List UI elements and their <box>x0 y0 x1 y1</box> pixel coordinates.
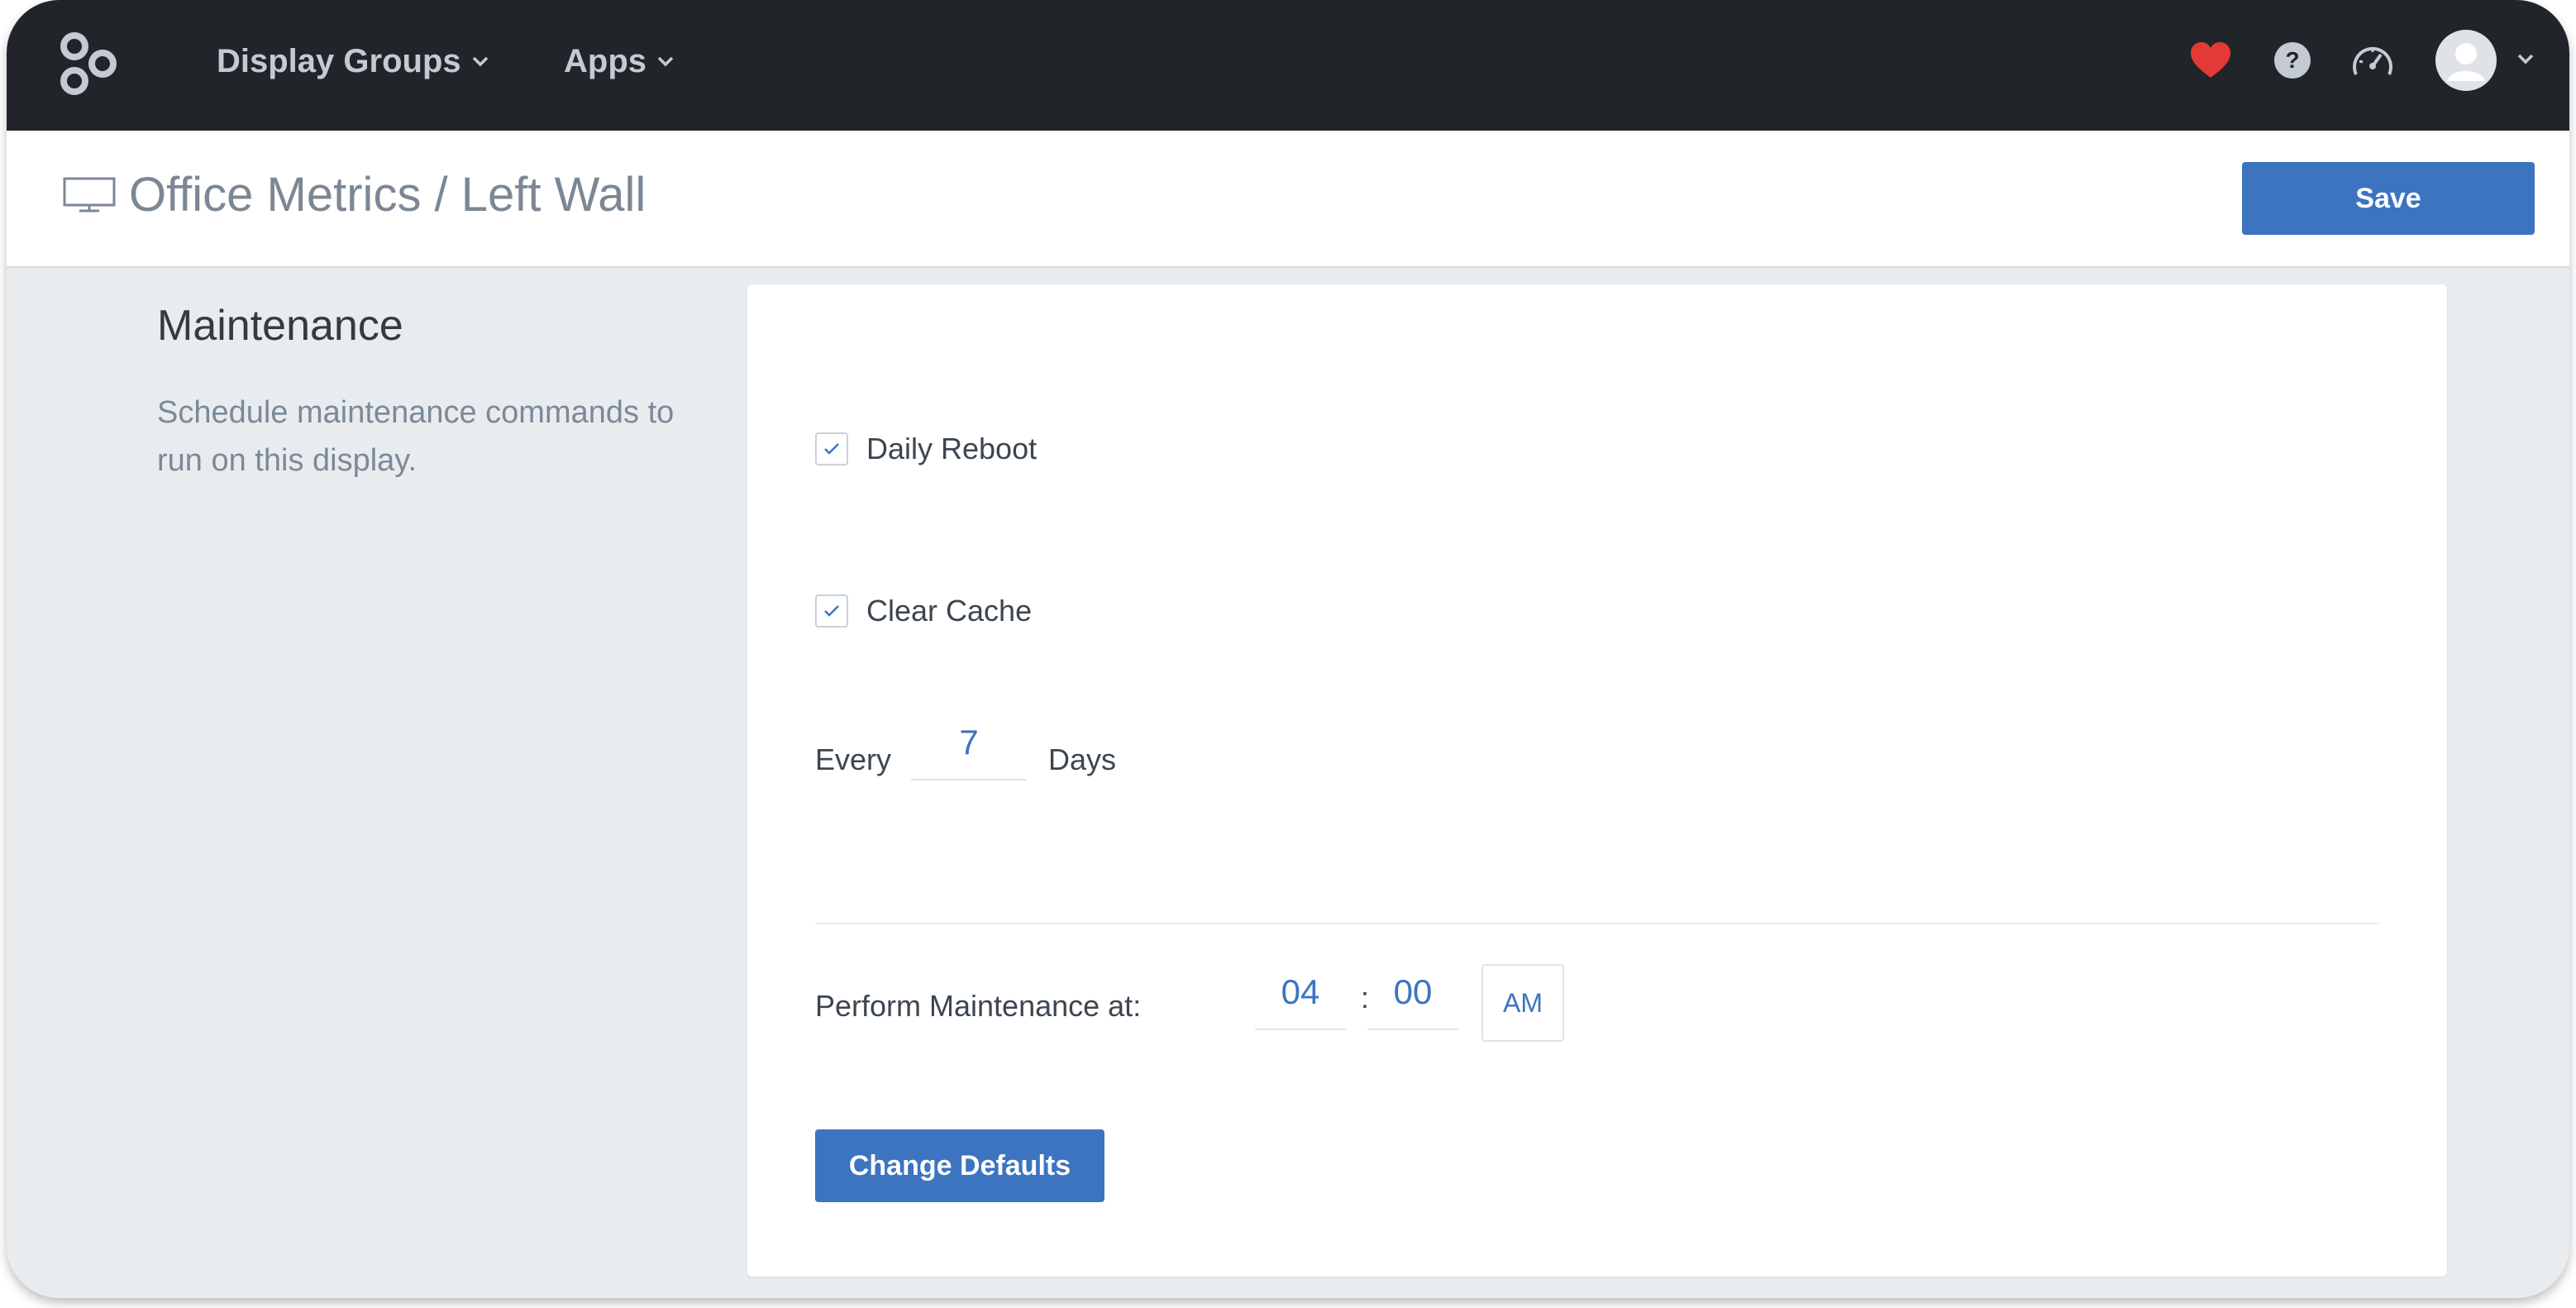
gauge-icon[interactable] <box>2349 41 2396 81</box>
daily-reboot-checkbox[interactable] <box>815 432 848 465</box>
section-title: Maintenance <box>157 302 403 350</box>
checkmark-icon <box>824 443 839 455</box>
daily-reboot-option[interactable]: Daily Reboot <box>815 432 1037 466</box>
clear-cache-label: Clear Cache <box>866 594 1033 628</box>
save-button[interactable]: Save <box>2242 162 2535 235</box>
daily-reboot-label: Daily Reboot <box>866 432 1038 465</box>
help-icon[interactable]: ? <box>2273 41 2311 79</box>
days-label: Days <box>1048 742 1117 776</box>
section-description: Schedule maintenance commands to run on … <box>157 395 675 478</box>
every-label: Every <box>815 742 892 776</box>
maintenance-card: Daily Reboot Clear Cache Every Days Perf… <box>747 284 2447 1277</box>
nav-apps-label: Apps <box>564 42 646 79</box>
checkmark-icon <box>824 605 839 617</box>
nav-apps[interactable]: Apps <box>564 36 675 86</box>
logo-icon[interactable] <box>58 30 121 98</box>
nav-display-groups[interactable]: Display Groups <box>217 36 489 86</box>
chevron-down-icon <box>472 56 488 67</box>
chevron-down-icon <box>657 56 674 67</box>
heart-icon[interactable] <box>2189 41 2232 79</box>
monitor-icon <box>63 177 116 212</box>
perform-maintenance-label: Perform Maintenance at: <box>815 989 1142 1023</box>
am-pm-toggle[interactable]: AM <box>1481 964 1564 1042</box>
avatar[interactable] <box>2435 30 2497 91</box>
app-window: Display Groups Apps ? Office Metrics / L… <box>7 0 2569 1298</box>
minute-input[interactable] <box>1367 962 1458 1030</box>
hour-input[interactable] <box>1255 962 1346 1030</box>
page-title: Office Metrics / Left Wall <box>129 168 646 222</box>
top-navbar: Display Groups Apps ? <box>7 0 2569 131</box>
days-interval-input[interactable] <box>911 713 1027 781</box>
svg-text:?: ? <box>2285 47 2299 73</box>
clear-cache-option[interactable]: Clear Cache <box>815 594 1032 628</box>
page-header: Office Metrics / Left Wall Save <box>7 131 2569 268</box>
chevron-down-icon[interactable] <box>2516 53 2535 64</box>
change-defaults-button[interactable]: Change Defaults <box>815 1129 1104 1202</box>
clear-cache-checkbox[interactable] <box>815 594 848 628</box>
nav-display-groups-label: Display Groups <box>217 42 461 79</box>
divider <box>815 923 2379 924</box>
